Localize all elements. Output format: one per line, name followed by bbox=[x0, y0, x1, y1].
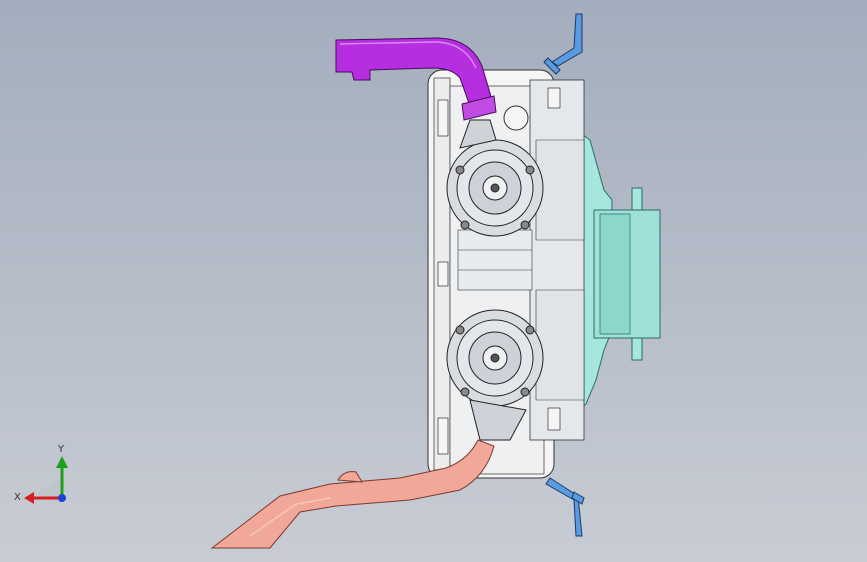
cad-graphics-viewport[interactable]: Y X bbox=[0, 0, 867, 562]
coordinate-triad: Y X bbox=[14, 444, 68, 504]
triad-x-label: X bbox=[14, 492, 21, 503]
triad-plane-shading bbox=[36, 478, 62, 504]
model-canvas[interactable]: Y X bbox=[0, 0, 867, 562]
triad-y-arrowhead bbox=[56, 456, 68, 468]
mounting-bracket-top[interactable] bbox=[543, 13, 583, 75]
upper-intake-duct[interactable] bbox=[335, 37, 497, 121]
triad-y-label: Y bbox=[57, 444, 65, 455]
triad-x-arrowhead bbox=[24, 492, 34, 504]
triad-z-axis bbox=[58, 494, 66, 502]
mounting-bracket-bottom[interactable] bbox=[545, 477, 585, 537]
